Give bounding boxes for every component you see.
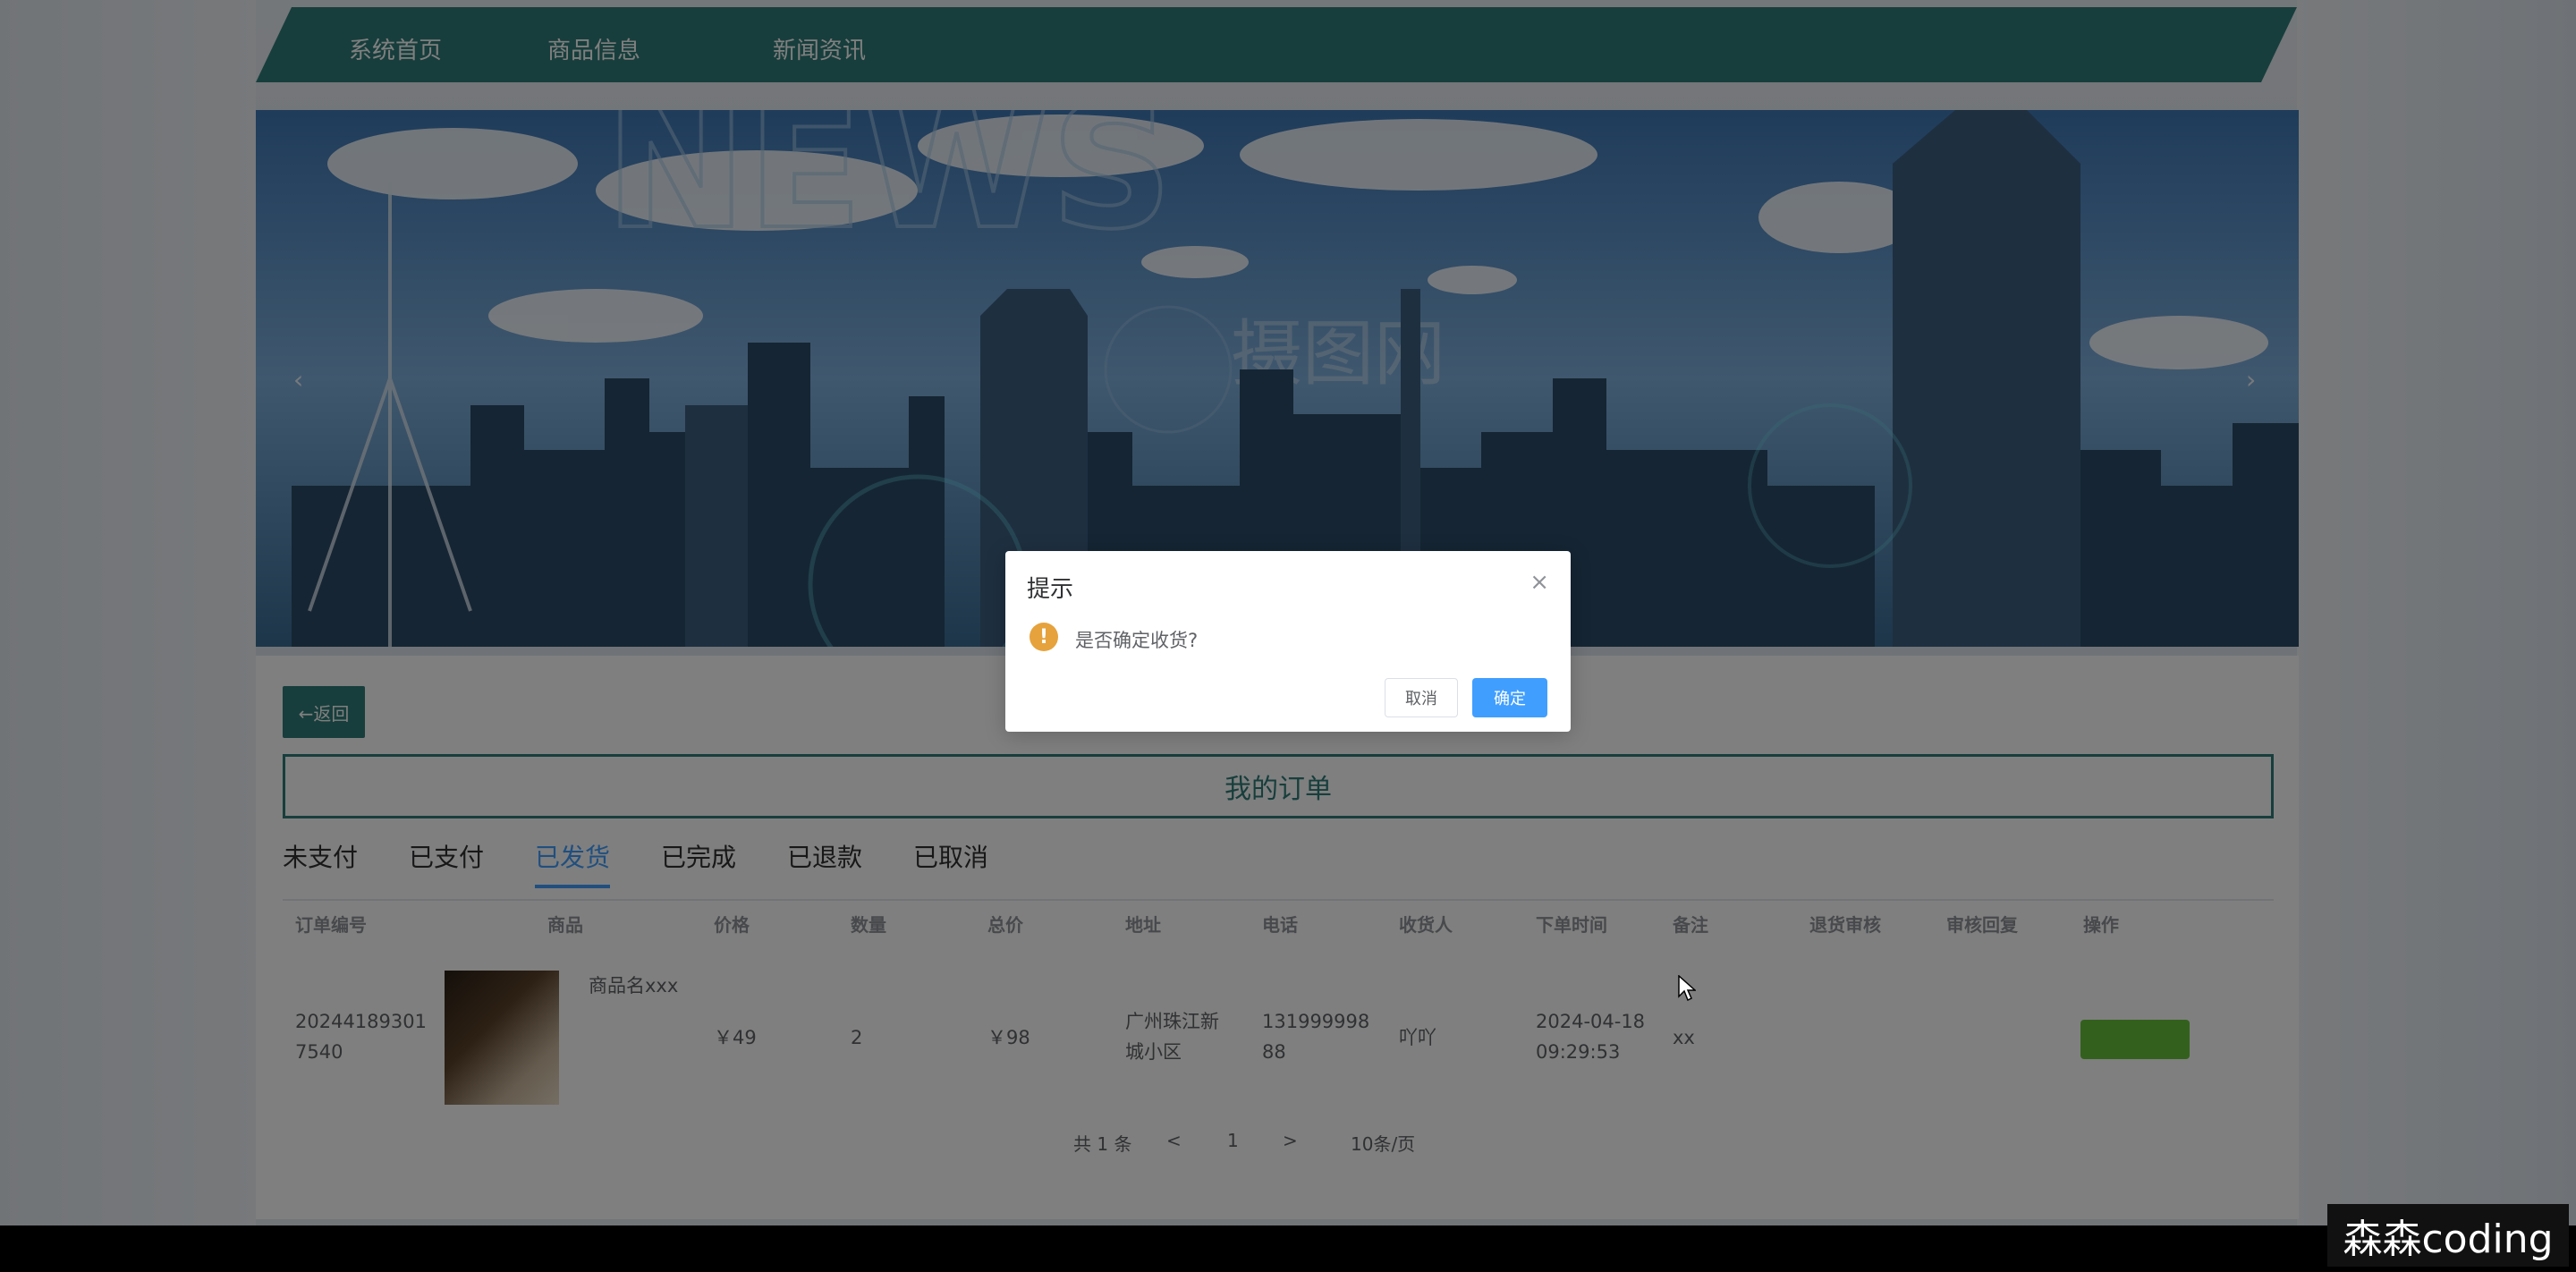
dialog-title: 提示 [1027,576,1074,603]
channel-watermark: 森森coding [2327,1204,2569,1267]
warning-icon: ! [1030,623,1058,651]
confirm-dialog: 提示 × ! 是否确定收货? 取消 确定 [1005,551,1571,732]
dialog-message: 是否确定收货? [1075,630,1199,651]
mouse-cursor-icon [1678,975,1696,1002]
cancel-button[interactable]: 取消 [1385,678,1458,717]
bottom-bar [0,1225,2576,1272]
confirm-button[interactable]: 确定 [1472,678,1547,717]
close-icon[interactable]: × [1530,569,1549,596]
